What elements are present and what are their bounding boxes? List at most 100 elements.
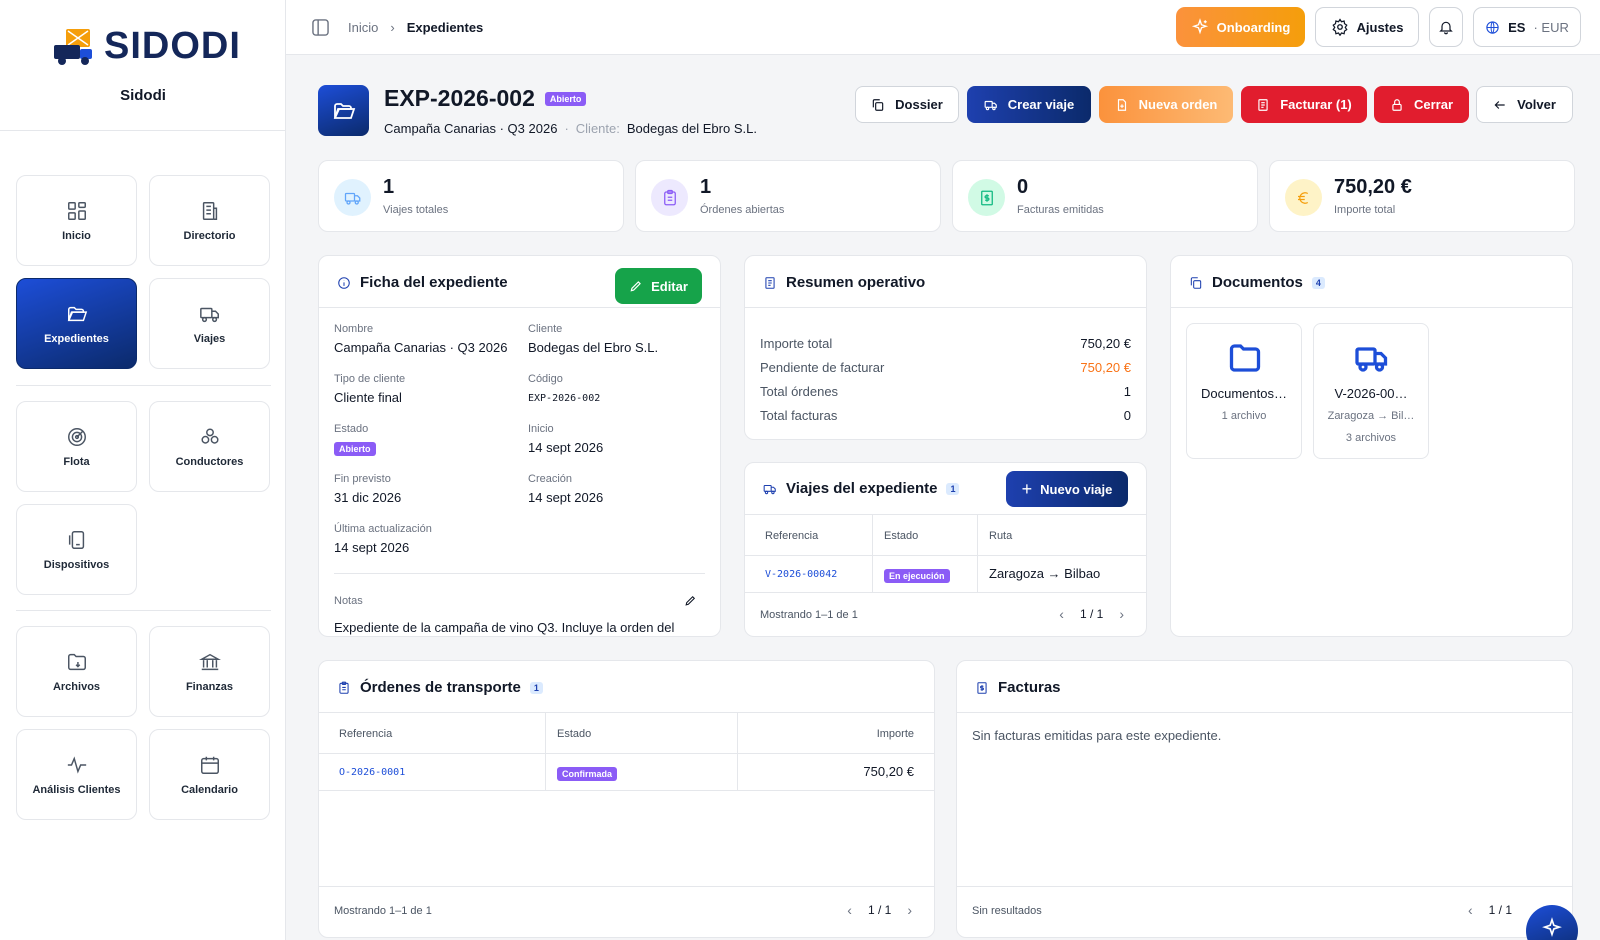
summary-row: Total órdenes 1 (760, 384, 1131, 404)
divider (545, 713, 546, 790)
documentos-card: Documentos 4 Documentos… 1 archivo V-202… (1170, 255, 1573, 637)
order-amount: 750,20 € (863, 764, 914, 779)
page-indicator: 1 / 1 (1488, 903, 1512, 917)
chevron-right-icon[interactable]: › (1119, 606, 1124, 622)
pagination-info: Sin resultados (972, 905, 1042, 917)
nav-dispositivos[interactable]: Dispositivos (16, 504, 137, 595)
column-header[interactable]: Estado (557, 728, 591, 740)
onboarding-label: Onboarding (1216, 19, 1291, 35)
notifications-button[interactable] (1429, 7, 1463, 47)
crear-viaje-button[interactable]: Crear viaje (967, 86, 1091, 123)
stat-ordenes-abiertas: 1 Órdenes abiertas (635, 160, 941, 232)
card-title: Facturas (975, 679, 1061, 696)
pagination-info: Mostrando 1–1 de 1 (334, 905, 432, 917)
stat-value: 750,20 € (1334, 176, 1412, 198)
nueva-orden-label: Nueva orden (1138, 97, 1218, 112)
edit-notes-icon[interactable] (684, 594, 697, 607)
nav-inicio[interactable]: Inicio (16, 175, 137, 266)
nav-archivos[interactable]: Archivos (16, 626, 137, 717)
chevron-right-icon[interactable]: › (907, 902, 912, 918)
breadcrumb-inicio[interactable]: Inicio (348, 20, 378, 35)
nav-label: Flota (63, 455, 90, 468)
nuevo-viaje-button[interactable]: + Nuevo viaje (1006, 471, 1128, 507)
column-header[interactable]: Estado (884, 530, 918, 542)
dossier-button[interactable]: Dossier (855, 86, 959, 123)
notes-label: Notas (334, 595, 363, 607)
card-header: Documentos 4 (1171, 256, 1572, 308)
edit-button[interactable]: Editar (615, 268, 702, 304)
divider (745, 555, 1146, 556)
nav-directorio[interactable]: Directorio (149, 175, 270, 266)
invoice-icon (977, 681, 987, 694)
nav-label: Análisis Clientes (32, 783, 121, 796)
truck-icon (199, 307, 219, 322)
nueva-orden-button[interactable]: Nueva orden (1099, 86, 1233, 123)
nav-analisis-clientes[interactable]: Análisis Clientes (16, 729, 137, 820)
field-fin: 31 dic 2026 (334, 490, 402, 505)
gear-icon (1331, 18, 1348, 36)
status-badge: Abierto (334, 442, 376, 456)
chevron-left-icon[interactable]: ‹ (1468, 902, 1473, 918)
facturar-button[interactable]: Facturar (1) (1241, 86, 1367, 123)
document-meta: 1 archivo (1221, 410, 1267, 422)
summary-label: Total órdenes (760, 384, 839, 399)
summary-value: 750,20 € (1080, 336, 1131, 351)
logo-icon (54, 29, 92, 65)
column-header[interactable]: Importe (877, 728, 914, 740)
cerrar-button[interactable]: Cerrar (1374, 86, 1469, 123)
card-header: Viajes del expediente 1 + Nuevo viaje (745, 463, 1146, 515)
nav-expedientes[interactable]: Expedientes (16, 278, 137, 369)
edit-label: Editar (651, 278, 688, 294)
status-badge: Abierto (544, 91, 587, 106)
nav-label: Archivos (52, 680, 101, 693)
chevron-left-icon[interactable]: ‹ (1059, 606, 1064, 622)
onboarding-button[interactable]: Onboarding (1176, 7, 1305, 47)
document-trip-tile[interactable]: V-2026-00… Zaragoza → Bil… 3 archivos (1313, 323, 1429, 459)
count-badge: 1 (946, 482, 960, 495)
stat-value: 1 (383, 176, 395, 198)
nav-conductores[interactable]: Conductores (149, 401, 270, 492)
subtitle-separator: · (564, 121, 569, 136)
nav-finanzas[interactable]: Finanzas (149, 626, 270, 717)
settings-button[interactable]: Ajustes (1315, 7, 1419, 47)
pagination: ‹ 1 / 1 (1468, 902, 1512, 918)
document-meta: 3 archivos (1345, 432, 1397, 444)
volver-button[interactable]: Volver (1476, 86, 1573, 123)
divider (334, 573, 705, 574)
dossier-label: Dossier (895, 97, 943, 112)
globe-icon (1486, 20, 1499, 34)
nav-group-divider (16, 385, 271, 386)
status-badge: Confirmada (557, 767, 618, 781)
nav-viajes[interactable]: Viajes (149, 278, 270, 369)
column-header[interactable]: Ruta (989, 530, 1012, 542)
sidebar-toggle-icon[interactable] (312, 19, 329, 36)
nav-group-divider (16, 610, 271, 611)
facturar-label: Facturar (1) (1280, 97, 1352, 112)
nuevo-viaje-label: Nuevo viaje (1040, 481, 1113, 497)
truck-icon (763, 484, 776, 494)
pagination: ‹ 1 / 1 › (847, 902, 912, 918)
field-tipo: Cliente final (334, 390, 402, 405)
file-plus-icon (1117, 98, 1126, 111)
nav-calendario[interactable]: Calendario (149, 729, 270, 820)
breadcrumb: Inicio › Expedientes (348, 20, 483, 35)
stat-facturas-emitidas: 0 Facturas emitidas (952, 160, 1258, 232)
stat-label: Importe total (1334, 204, 1396, 216)
column-header[interactable]: Referencia (765, 530, 818, 542)
summary-row: Total facturas 0 (760, 408, 1131, 428)
count-badge: 1 (529, 681, 543, 694)
trip-reference[interactable]: V-2026-00042 (765, 569, 837, 580)
column-header[interactable]: Referencia (339, 728, 392, 740)
nav-flota[interactable]: Flota (16, 401, 137, 492)
client-name[interactable]: Bodegas del Ebro S.L. (627, 121, 757, 136)
document-folder-tile[interactable]: Documentos… 1 archivo (1186, 323, 1302, 459)
order-reference[interactable]: O-2026-0001 (339, 767, 405, 778)
stat-value: 1 (700, 176, 712, 198)
chevron-left-icon[interactable]: ‹ (847, 902, 852, 918)
truck-icon (334, 179, 371, 216)
clipboard-icon (339, 681, 349, 694)
language-selector[interactable]: ES · EUR (1473, 7, 1581, 47)
pagination: ‹ 1 / 1 › (1059, 606, 1124, 622)
app-logo[interactable]: SIDODI (52, 24, 241, 68)
arrow-left-icon (1494, 100, 1505, 109)
